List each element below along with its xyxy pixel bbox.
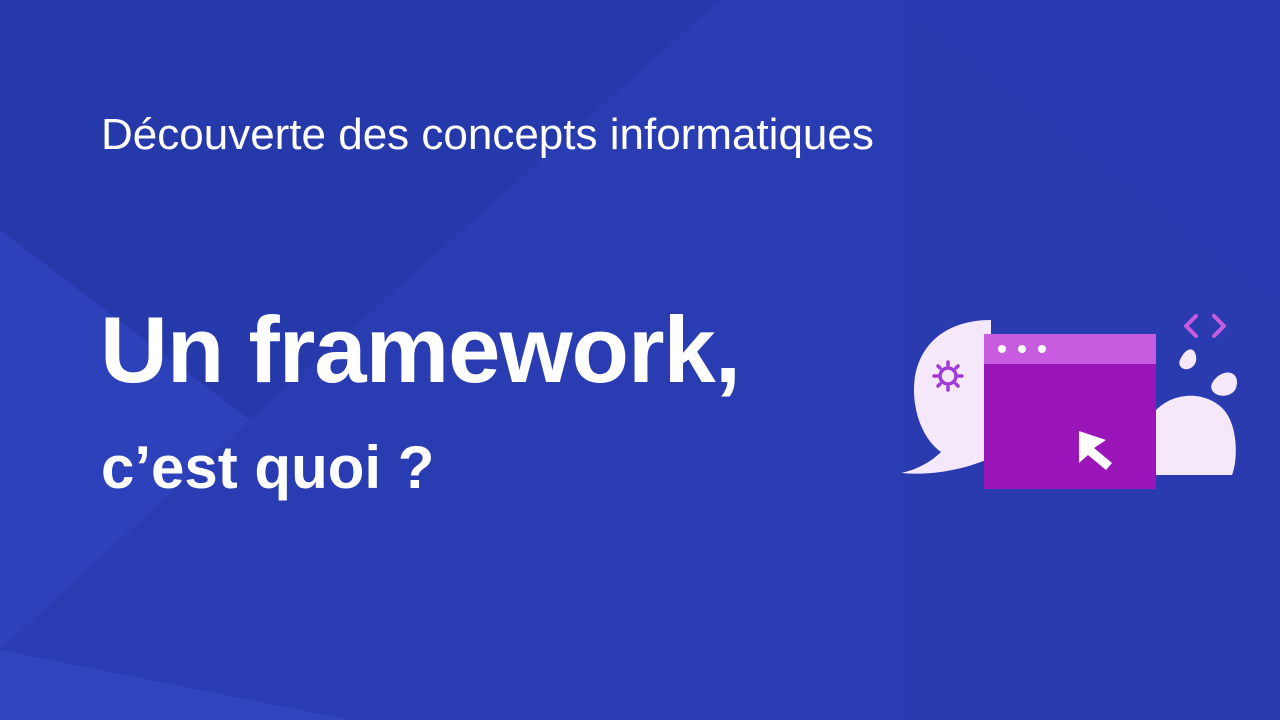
browser-window-icon (984, 334, 1156, 489)
slide: Découverte des concepts informatiques Un… (0, 0, 1280, 720)
drop-icon (1179, 349, 1237, 396)
chat-bubble-icon (901, 320, 991, 474)
page-title: Un framework, (100, 297, 741, 402)
page-title-question: c’est quoi ? (101, 434, 435, 501)
framework-illustration (901, 314, 1237, 489)
code-brackets-icon (1184, 314, 1226, 338)
subtitle: Découverte des concepts informatiques (101, 110, 874, 159)
